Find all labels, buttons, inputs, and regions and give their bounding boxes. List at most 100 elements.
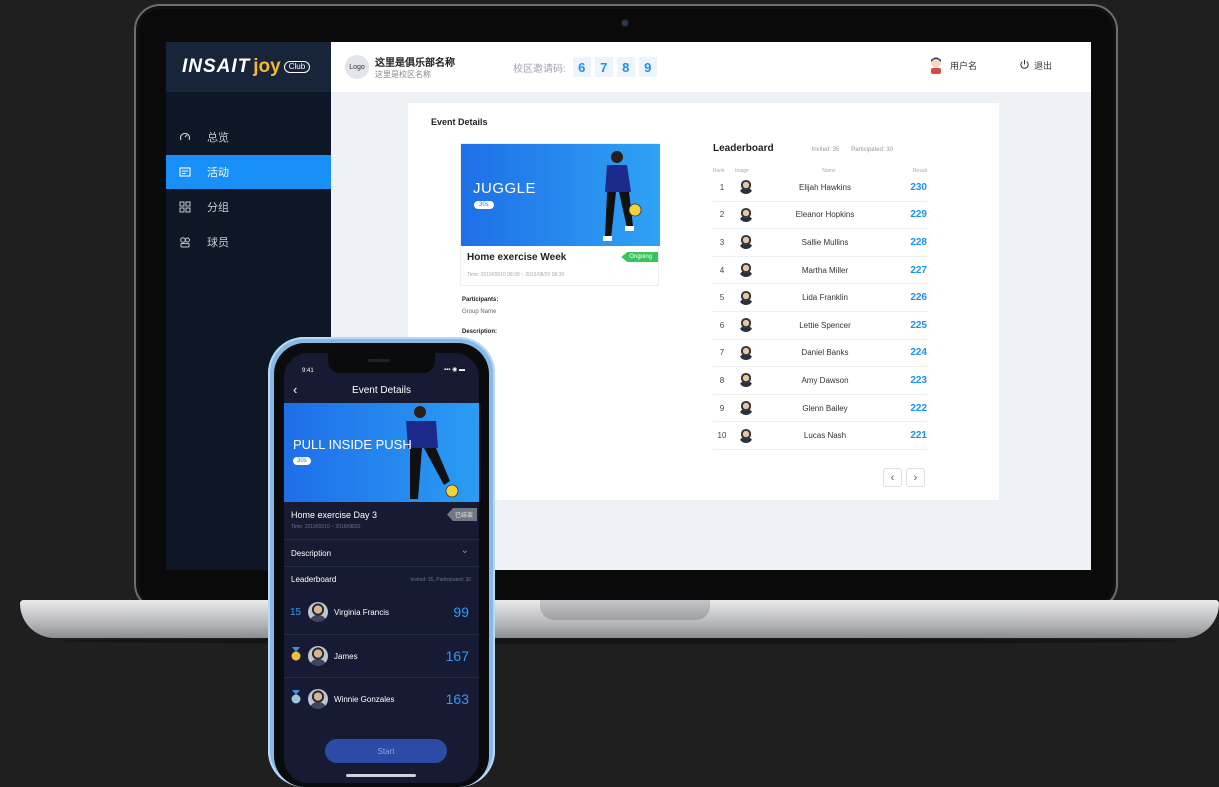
leaderboard-title: Leaderboard (713, 143, 774, 154)
event-time: Time: 2019/06/10 08:30 ~ 2019/08/20 08:3… (467, 272, 565, 278)
phone-page-title: Event Details (352, 385, 411, 396)
sidebar-item-label: 球员 (207, 237, 229, 249)
logout-button[interactable]: 退出 (1019, 59, 1052, 72)
table-row[interactable]: 2 Eleanor Hopkins 229 (713, 202, 927, 230)
calendar-icon (179, 166, 191, 178)
sidebar-item-label: 总览 (207, 132, 229, 144)
avatar (739, 345, 753, 360)
result: 230 (910, 181, 927, 193)
avatar (739, 428, 753, 443)
club-info: 这里是俱乐部名称 这里是校区名称 (375, 54, 455, 80)
table-row[interactable]: 5 Lida Franklin 226 (713, 284, 927, 312)
result: 227 (910, 264, 927, 276)
signal-battery-icon: ▪▪▪ ◉ ▬ (444, 367, 465, 373)
table-row[interactable]: 6 Lettie Spencer 225 (713, 312, 927, 340)
avatar (308, 689, 328, 709)
club-logo: Logo (345, 55, 369, 79)
prev-page-button[interactable]: ‹ (883, 468, 902, 487)
sidebar-item-players[interactable]: 球员 (166, 225, 331, 259)
event-name: Home exercise Week (467, 252, 567, 263)
player-name: Lucas Nash (803, 431, 847, 441)
result: 225 (910, 319, 927, 331)
avatar (739, 180, 753, 195)
banner-title: JUGGLE (473, 180, 537, 197)
avatar (739, 263, 753, 278)
rank: 10 (717, 431, 727, 441)
phone-leaderboard-stats: Invited: 35, Participated: 30 (410, 577, 471, 583)
home-indicator (346, 774, 416, 777)
player-name: Virginia Francis (334, 607, 389, 617)
table-row[interactable]: 10 Lucas Nash 221 (713, 422, 927, 450)
user-menu[interactable]: 用户名 (928, 56, 977, 74)
duration-badge: 30s (293, 457, 311, 465)
leaderboard-rows: 1 Elijah Hawkins 230 2 Eleanor Hopkins 229 3… (713, 174, 927, 450)
event-card[interactable]: JUGGLE 30s Home exercise Week Ongoing Ti… (460, 143, 660, 286)
score: 167 (445, 648, 469, 664)
invite-digit: 6 (572, 57, 591, 77)
table-row[interactable]: 8 Amy Dawson 223 (713, 367, 927, 395)
avatar (928, 56, 944, 74)
rank: 2 (719, 210, 725, 220)
avatar (739, 373, 753, 388)
phone-event-time: Time: 2019/06/10 ~ 2019/08/20 (291, 524, 361, 530)
gold-medal-icon (284, 646, 308, 666)
duration-badge: 30s (474, 201, 494, 209)
result: 222 (910, 402, 927, 414)
sidebar-item-events[interactable]: 活动 (166, 155, 331, 189)
player-name: Eleanor Hopkins (795, 210, 855, 220)
start-button[interactable]: Start (325, 739, 447, 763)
status-badge: Ongoing (621, 252, 658, 262)
col-name: Name (822, 168, 836, 174)
description-label: Description: (462, 329, 498, 335)
result: 224 (910, 347, 927, 359)
table-row[interactable]: 9 Glenn Bailey 222 (713, 395, 927, 423)
camera-icon (622, 20, 628, 26)
silver-medal-icon (284, 689, 308, 709)
divider (284, 539, 479, 540)
result: 223 (910, 374, 927, 386)
brand-club-badge: Club (283, 61, 311, 73)
list-item[interactable]: Winnie Gonzales 163 (284, 678, 479, 720)
player-name: Sallie Mullins (801, 237, 849, 247)
result: 226 (910, 292, 927, 304)
table-row[interactable]: 4 Martha Miller 227 (713, 257, 927, 285)
gauge-icon (179, 131, 191, 143)
participants-value: Group Name (462, 309, 497, 315)
invite-code-label: 校区邀请码: (513, 63, 566, 75)
divider (284, 566, 479, 567)
invite-digit: 8 (616, 57, 635, 77)
player-name: Martha Miller (801, 265, 849, 275)
avatar (308, 646, 328, 666)
leaderboard-header: Leaderboard Invited: 35 Participated: 30 (713, 143, 927, 154)
list-item[interactable]: 15 Virginia Francis 99 (284, 591, 479, 633)
avatar (739, 207, 753, 222)
chevron-down-icon[interactable]: ⌄ (461, 545, 469, 556)
invite-code: 校区邀请码: 6 7 8 9 (513, 57, 657, 77)
user-name: 用户名 (950, 60, 978, 71)
col-image: Image (735, 168, 749, 174)
result: 228 (910, 236, 927, 248)
phone-event-name: Home exercise Day 3 (291, 510, 378, 520)
brand-logo[interactable]: INSAIT joy Club (166, 42, 331, 92)
list-item[interactable]: James 167 (284, 635, 479, 677)
invite-digit: 9 (638, 57, 657, 77)
leaderboard: Leaderboard Invited: 35 Participated: 30… (713, 143, 927, 450)
sidebar-item-overview[interactable]: 总览 (166, 120, 331, 154)
campus-name: 这里是校区名称 (375, 70, 431, 79)
rank: 3 (719, 237, 725, 247)
sidebar-item-groups[interactable]: 分组 (166, 190, 331, 224)
topbar: Logo 这里是俱乐部名称 这里是校区名称 校区邀请码: 6 7 8 9 用户名 (331, 42, 1091, 92)
next-page-button[interactable]: › (906, 468, 925, 487)
status-badge: 已结束 (446, 508, 477, 521)
description-toggle[interactable]: Description (291, 549, 331, 558)
table-row[interactable]: 7 Daniel Banks 224 (713, 340, 927, 368)
table-row[interactable]: 3 Sallie Mullins 228 (713, 229, 927, 257)
invited-count: Invited: 35 (811, 147, 840, 153)
table-row[interactable]: 1 Elijah Hawkins 230 (713, 174, 927, 202)
player-name: Daniel Banks (801, 348, 849, 358)
club-name: 这里是俱乐部名称 (375, 58, 455, 69)
brand-joy: joy (253, 56, 281, 77)
rank: 9 (719, 403, 725, 413)
pagination: ‹ › (883, 468, 925, 487)
avatar (739, 401, 753, 416)
